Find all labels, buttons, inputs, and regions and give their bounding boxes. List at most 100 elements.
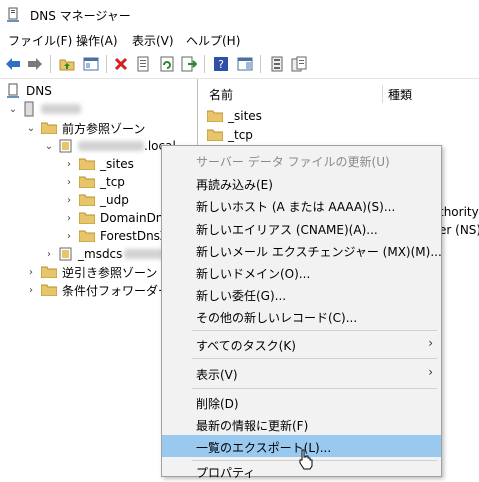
menu-item-other-new-records[interactable]: その他の新しいレコード(C)... [162,305,441,327]
folder-icon [79,194,95,206]
chevron-right-icon[interactable]: › [64,159,74,170]
chevron-right-icon[interactable]: › [64,231,74,242]
folder-icon [79,212,95,224]
chevron-right-icon[interactable]: › [64,213,74,224]
export-icon[interactable] [180,55,198,73]
dns-server-icon [7,83,19,98]
tree-label-udp: _udp [100,193,129,207]
delete-icon[interactable] [112,55,130,73]
submenu-arrow-icon: › [428,336,433,350]
tree-node-forestdns[interactable]: › ForestDnsZ [64,227,168,245]
server-icon [24,101,34,117]
title-bar: DNS マネージャー [0,0,479,30]
tree-node-msdcs[interactable]: › _msdcs [44,245,175,263]
tree-label-msdcs: _msdcs [78,247,123,261]
mouse-cursor-icon [299,449,313,470]
tree-label-forward-zones: 前方参照ゾーン [62,121,146,136]
folder-icon [79,176,95,188]
list-item[interactable]: _sites [207,107,262,125]
toolbar-separator [260,55,261,73]
tree-node-dns[interactable]: DNS [6,82,52,100]
folder-icon [207,129,223,141]
menu-item-new-delegation[interactable]: 新しい委任(G)... [162,283,441,305]
server-copy-icon[interactable] [290,55,308,73]
zone-name-redacted [78,141,144,151]
action-pane-icon[interactable] [236,55,254,73]
menu-item-new-host[interactable]: 新しいホスト (A または AAAA)(S)... [162,194,441,216]
help-icon[interactable]: ? [212,55,230,73]
chevron-down-icon[interactable]: ⌄ [8,104,18,115]
chevron-right-icon[interactable]: › [64,195,74,206]
toolbar-separator [204,55,205,73]
forward-icon[interactable] [26,55,44,73]
show-hide-tree-icon[interactable] [82,55,100,73]
menu-item-reload[interactable]: 再読み込み(E) [162,172,441,194]
tree-label-sites: _sites [100,157,134,171]
column-header-type[interactable]: 種類 [388,86,412,103]
tree-node-reverse-zones[interactable]: › 逆引き参照ゾーン [26,263,157,281]
tree-label-forestdns: ForestDnsZ [100,229,169,243]
menu-item-all-tasks[interactable]: すべてのタスク(K) › [162,333,441,355]
tree-node-server[interactable]: ⌄ [8,100,81,118]
menu-view[interactable]: 表示(V) [130,32,176,49]
folder-icon [41,266,57,278]
column-divider[interactable] [382,85,383,103]
tree-label-reverse-zones: 逆引き参照ゾーン [62,265,158,280]
zone-icon [59,139,72,153]
menu-item-refresh[interactable]: 最新の情報に更新(F) [162,413,441,435]
tree-node-tcp[interactable]: › _tcp [64,173,125,191]
chevron-right-icon[interactable]: › [64,177,74,188]
up-folder-icon[interactable] [58,55,76,73]
window-title: DNS マネージャー [30,9,131,23]
folder-icon [41,122,57,134]
menu-separator [192,330,437,331]
tree-node-local-zone[interactable]: ⌄ .local [44,137,176,155]
back-icon[interactable] [4,55,22,73]
context-menu: サーバー データ ファイルの更新(U) 再読み込み(E) 新しいホスト (A ま… [161,145,442,480]
menu-separator [192,388,437,389]
refresh-icon[interactable] [158,55,176,73]
chevron-right-icon[interactable]: › [26,285,36,296]
submenu-arrow-icon: › [428,365,433,379]
menu-action[interactable]: 操作(A) [74,32,120,49]
menu-item-new-mail-exchanger[interactable]: 新しいメール エクスチェンジャー (MX)(M)... [162,239,442,261]
menu-item-view[interactable]: 表示(V) › [162,362,441,384]
server-list-icon[interactable] [268,55,286,73]
list-item[interactable]: _tcp [207,126,253,144]
folder-icon [79,230,95,242]
tree-label-conditional-forwarders: 条件付フォワーダー [62,283,171,298]
menu-separator [192,358,437,359]
list-header: 名前 種類 [201,85,479,105]
tree-node-forward-zones[interactable]: ⌄ 前方参照ゾーン [26,119,146,137]
list-item-type-fragment: thority [439,205,479,219]
menu-item-delete[interactable]: 削除(D) [162,391,441,413]
list-item-type-fragment: er (NS) [439,223,479,237]
list-item-label: _tcp [228,128,253,142]
menu-item-new-alias[interactable]: 新しいエイリアス (CNAME)(A)... [162,217,441,239]
toolbar-separator [106,55,107,73]
folder-icon [207,110,223,122]
chevron-down-icon[interactable]: ⌄ [26,123,36,134]
tree-node-domaindns[interactable]: › DomainDns [64,209,170,227]
chevron-down-icon[interactable]: ⌄ [44,141,54,152]
menu-item-update-server-data: サーバー データ ファイルの更新(U) [196,155,390,169]
chevron-right-icon[interactable]: › [44,249,54,260]
menu-item-new-domain[interactable]: 新しいドメイン(O)... [162,261,441,283]
menu-file[interactable]: ファイル(F) [6,32,74,49]
tree-label-domaindns: DomainDns [100,211,170,225]
tree-label-tcp: _tcp [100,175,125,189]
folder-icon [79,158,95,170]
menu-bar: ファイル(F) 操作(A) 表示(V) ヘルプ(H) [0,30,479,50]
folder-icon [41,284,57,296]
tree-label-dns: DNS [26,84,52,98]
tree-node-udp[interactable]: › _udp [64,191,129,209]
svg-text:?: ? [218,58,224,71]
chevron-right-icon[interactable]: › [26,267,36,278]
tree-node-conditional-forwarders[interactable]: › 条件付フォワーダー [26,281,170,299]
tree-node-sites[interactable]: › _sites [64,155,134,173]
toolbar-separator [50,55,51,73]
server-name-redacted [41,104,81,114]
menu-help[interactable]: ヘルプ(H) [184,32,242,49]
properties-icon[interactable] [134,55,152,73]
column-header-name[interactable]: 名前 [209,86,233,103]
